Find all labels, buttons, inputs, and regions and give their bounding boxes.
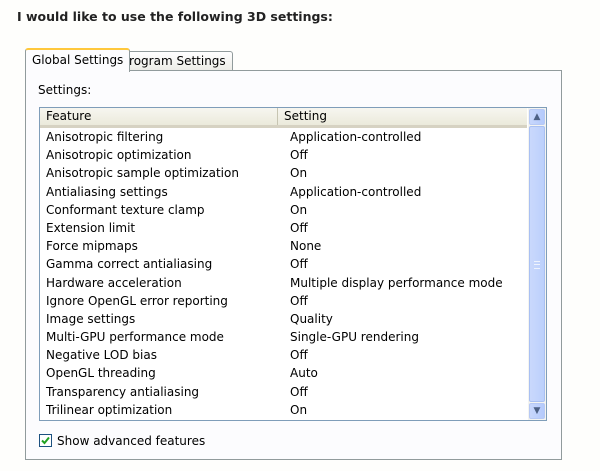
arrow-up-icon[interactable]: ▲ bbox=[529, 109, 545, 125]
feature-cell: OpenGL threading bbox=[46, 366, 156, 381]
table-row[interactable]: Extension limit Off bbox=[40, 219, 527, 237]
setting-cell[interactable]: On bbox=[290, 164, 307, 182]
table-row[interactable]: Image settings Quality bbox=[40, 310, 527, 328]
list-rows: Anisotropic filtering Application-control… bbox=[40, 128, 527, 419]
setting-cell[interactable]: Quality bbox=[290, 310, 333, 328]
setting-cell[interactable]: None bbox=[290, 237, 321, 255]
scrollbar-thumb[interactable] bbox=[529, 126, 545, 402]
table-row[interactable]: Hardware acceleration Multiple display pe… bbox=[40, 274, 527, 292]
feature-cell: Anisotropic optimization bbox=[46, 148, 192, 163]
setting-cell[interactable]: Off bbox=[290, 146, 308, 164]
setting-cell[interactable]: Off bbox=[290, 346, 308, 364]
feature-cell: Gamma correct antialiasing bbox=[46, 257, 213, 272]
feature-cell: Multi-GPU performance mode bbox=[46, 330, 224, 345]
table-row[interactable]: Force mipmaps None bbox=[40, 237, 527, 255]
show-advanced-label[interactable]: Show advanced features bbox=[57, 433, 205, 449]
table-row[interactable]: Anisotropic sample optimization On bbox=[40, 164, 527, 182]
setting-cell[interactable]: Application-controlled bbox=[290, 183, 421, 201]
table-row[interactable]: Conformant texture clamp On bbox=[40, 201, 527, 219]
feature-cell: Extension limit bbox=[46, 220, 136, 235]
table-row[interactable]: Anisotropic optimization Off bbox=[40, 146, 527, 164]
grip-icon bbox=[534, 261, 540, 269]
table-row[interactable]: Gamma correct antialiasing Off bbox=[40, 255, 527, 273]
check-icon bbox=[41, 436, 50, 445]
table-row[interactable]: Ignore OpenGL error reporting Off bbox=[40, 292, 527, 310]
feature-cell: Antialiasing settings bbox=[46, 184, 168, 199]
arrow-down-icon[interactable]: ▼ bbox=[529, 403, 545, 419]
feature-cell: Force mipmaps bbox=[46, 239, 138, 254]
table-row[interactable]: Trilinear optimization On bbox=[40, 401, 527, 419]
table-row[interactable]: Transparency antialiasing Off bbox=[40, 383, 527, 401]
setting-cell[interactable]: Off bbox=[290, 255, 308, 273]
table-row[interactable]: Multi-GPU performance mode Single-GPU ren… bbox=[40, 328, 527, 346]
setting-cell[interactable]: Single-GPU rendering bbox=[290, 328, 419, 346]
tab-program-settings[interactable]: Program Settings bbox=[115, 51, 233, 71]
tab-global-settings[interactable]: Global Settings bbox=[25, 48, 131, 72]
feature-cell: Negative LOD bias bbox=[46, 348, 157, 363]
setting-cell[interactable]: On bbox=[290, 201, 307, 219]
table-row[interactable]: Anisotropic filtering Application-control… bbox=[40, 128, 527, 146]
settings-label: Settings: bbox=[38, 83, 92, 97]
setting-cell[interactable]: Multiple display performance mode bbox=[290, 274, 503, 292]
feature-cell: Anisotropic sample optimization bbox=[46, 166, 239, 181]
feature-cell: Anisotropic filtering bbox=[46, 130, 164, 144]
setting-cell[interactable]: Off bbox=[290, 292, 308, 310]
settings-panel: Settings: Feature Setting Anisotropic fi… bbox=[25, 70, 562, 460]
feature-cell: Trilinear optimization bbox=[46, 402, 173, 417]
page-heading: I would like to use the following 3D set… bbox=[17, 9, 333, 24]
column-header-feature[interactable]: Feature bbox=[40, 108, 278, 125]
feature-cell: Ignore OpenGL error reporting bbox=[46, 293, 228, 308]
column-header-setting[interactable]: Setting bbox=[278, 108, 327, 125]
table-row[interactable]: Antialiasing settings Application-control… bbox=[40, 183, 527, 201]
settings-list: Feature Setting Anisotropic filtering App… bbox=[39, 107, 547, 421]
feature-cell: Transparency antialiasing bbox=[46, 384, 200, 399]
setting-cell[interactable]: On bbox=[290, 401, 307, 419]
show-advanced-checkbox[interactable] bbox=[39, 434, 52, 447]
vertical-scrollbar[interactable]: ▲ ▼ bbox=[528, 108, 546, 420]
setting-cell[interactable]: Auto bbox=[290, 364, 318, 382]
table-row[interactable]: OpenGL threading Auto bbox=[40, 364, 527, 382]
list-header: Feature Setting bbox=[40, 108, 527, 128]
feature-cell: Hardware acceleration bbox=[46, 275, 182, 290]
setting-cell[interactable]: Off bbox=[290, 219, 308, 237]
setting-cell[interactable]: Application-controlled bbox=[290, 128, 421, 146]
table-row[interactable]: Negative LOD bias Off bbox=[40, 346, 527, 364]
feature-cell: Image settings bbox=[46, 311, 136, 326]
setting-cell[interactable]: Off bbox=[290, 383, 308, 401]
feature-cell: Conformant texture clamp bbox=[46, 202, 205, 217]
